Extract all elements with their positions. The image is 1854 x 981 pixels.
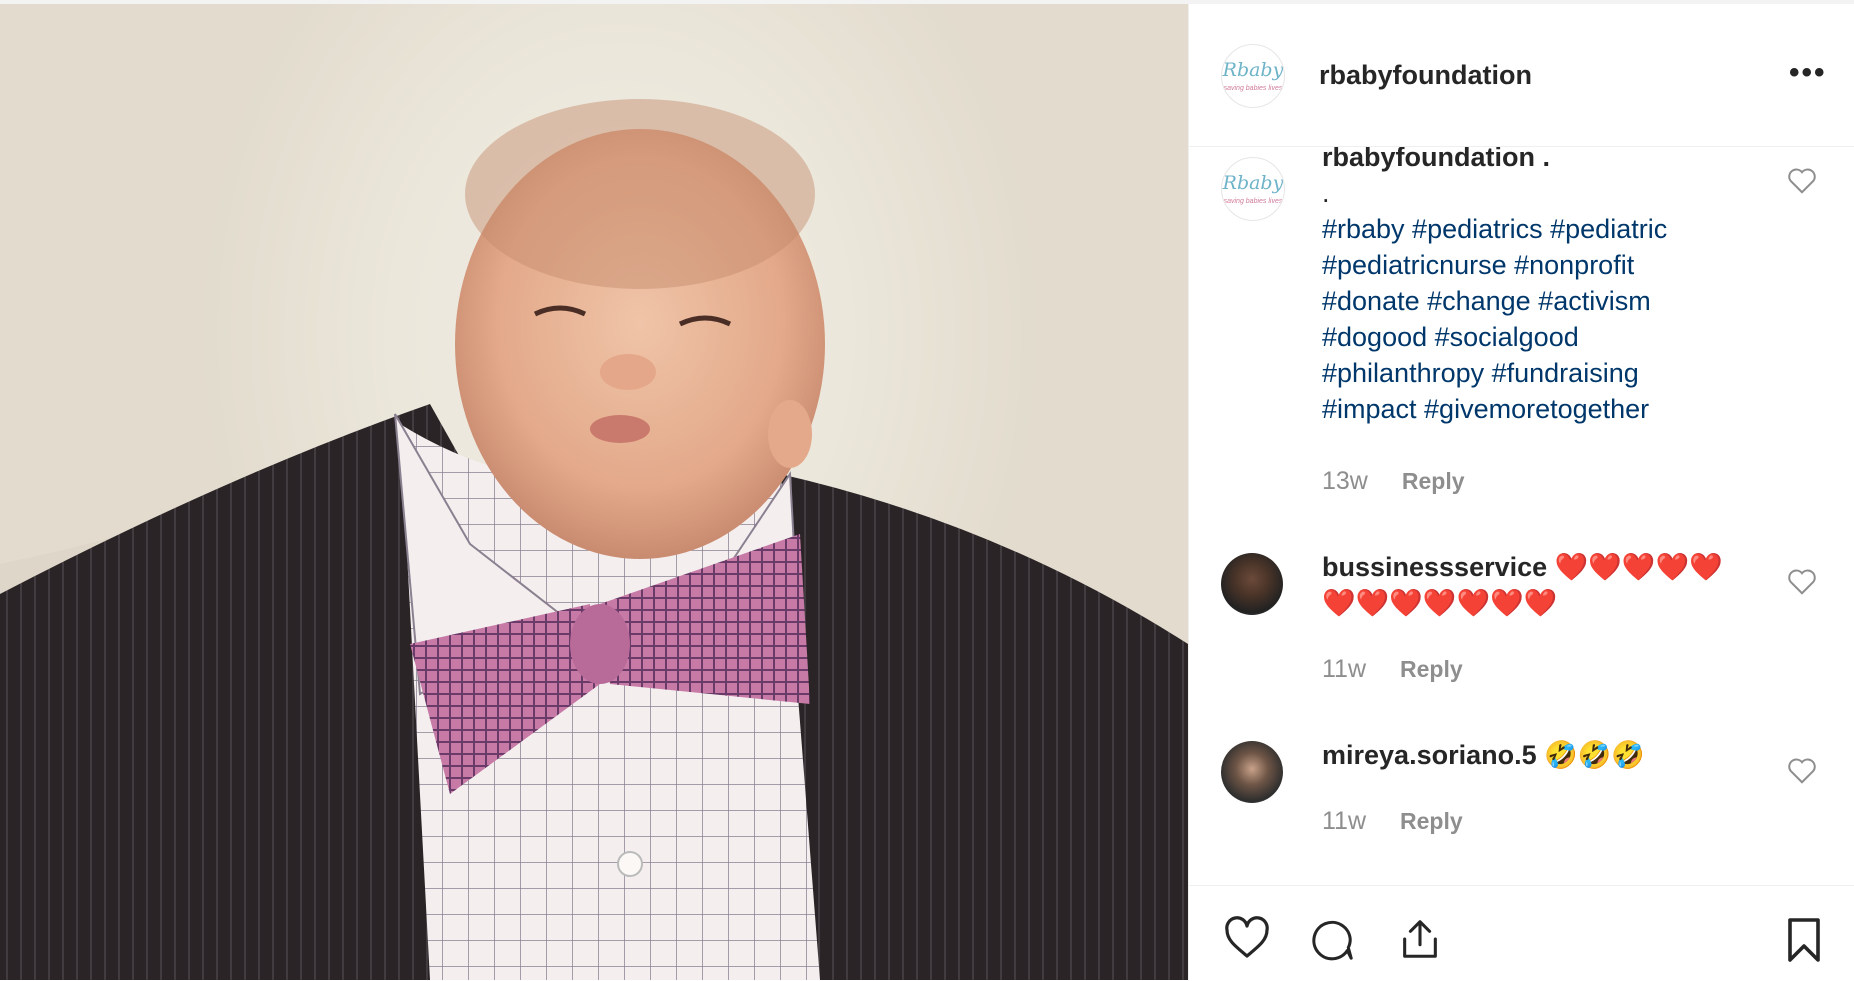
- comment-emoji: ❤️❤️❤️❤️❤️: [1547, 552, 1723, 582]
- avatar-logo-text: Rbaby: [1222, 172, 1284, 194]
- baby-photo-illustration: [0, 4, 1188, 980]
- avatar-logo-tagline: saving babies lives: [1223, 85, 1283, 92]
- comment-body: bussinessservice ❤️❤️❤️❤️❤️ ❤️❤️❤️❤️❤️❤️…: [1322, 549, 1762, 621]
- caption-line2: .: [1322, 178, 1330, 208]
- share-icon[interactable]: [1397, 916, 1443, 962]
- comment-body: mireya.soriano.5 🤣🤣🤣: [1322, 737, 1762, 773]
- comment-time: 11w: [1322, 807, 1367, 835]
- comments-list[interactable]: Rbaby saving babies lives rbabyfoundatio…: [1189, 147, 1854, 885]
- comment-time: 11w: [1322, 655, 1367, 683]
- hashtag-line[interactable]: #pediatricnurse #nonprofit: [1322, 250, 1634, 280]
- post-header: Rbaby saving babies lives rbabyfoundatio…: [1189, 4, 1854, 147]
- avatar-logo-text: Rbaby: [1222, 59, 1284, 81]
- hashtag-line[interactable]: #donate #change #activism: [1322, 286, 1651, 316]
- avatar-logo-tagline: saving babies lives: [1223, 198, 1283, 205]
- caption-suffix: .: [1534, 147, 1550, 172]
- hashtag-line[interactable]: #philanthropy #fundraising: [1322, 358, 1639, 388]
- commenter-avatar[interactable]: [1221, 741, 1283, 803]
- like-icon[interactable]: [1223, 916, 1271, 960]
- like-comment-heart-icon[interactable]: [1787, 568, 1817, 596]
- comment-meta: 11w Reply: [1322, 655, 1463, 684]
- comment-username[interactable]: bussinessservice: [1322, 552, 1547, 582]
- account-avatar[interactable]: Rbaby saving babies lives: [1221, 44, 1285, 108]
- comment-icon[interactable]: [1309, 916, 1355, 962]
- reply-button[interactable]: Reply: [1402, 468, 1465, 494]
- like-comment-heart-icon[interactable]: [1787, 757, 1817, 785]
- hashtag-line[interactable]: #dogood #socialgood: [1322, 322, 1579, 352]
- post-action-bar: [1189, 885, 1854, 981]
- comment-meta: 11w Reply: [1322, 807, 1463, 836]
- like-comment-heart-icon[interactable]: [1787, 167, 1817, 195]
- post-side-panel: Rbaby saving babies lives rbabyfoundatio…: [1188, 4, 1854, 980]
- comment-emoji: ❤️❤️❤️❤️❤️❤️❤️: [1322, 588, 1558, 618]
- comment-time: 13w: [1322, 467, 1368, 495]
- header-username[interactable]: rbabyfoundation: [1319, 60, 1532, 91]
- comment-emoji: 🤣🤣🤣: [1536, 740, 1645, 770]
- post-photo[interactable]: [0, 4, 1188, 980]
- comment-username[interactable]: rbabyfoundation: [1322, 147, 1535, 172]
- hashtag-line[interactable]: #impact #givemoretogether: [1322, 394, 1649, 424]
- comment-meta: 13w Reply: [1322, 467, 1465, 496]
- reply-button[interactable]: Reply: [1400, 656, 1463, 682]
- reply-button[interactable]: Reply: [1400, 808, 1463, 834]
- commenter-avatar[interactable]: [1221, 553, 1283, 615]
- hashtag-line[interactable]: #rbaby #pediatrics #pediatric: [1322, 214, 1667, 244]
- comment-username[interactable]: mireya.soriano.5: [1322, 740, 1537, 770]
- save-icon[interactable]: [1783, 916, 1825, 964]
- more-options-icon[interactable]: •••: [1789, 56, 1827, 90]
- caption-body: rbabyfoundation . . #rbaby #pediatrics #…: [1322, 147, 1762, 427]
- caption-avatar[interactable]: Rbaby saving babies lives: [1221, 157, 1285, 221]
